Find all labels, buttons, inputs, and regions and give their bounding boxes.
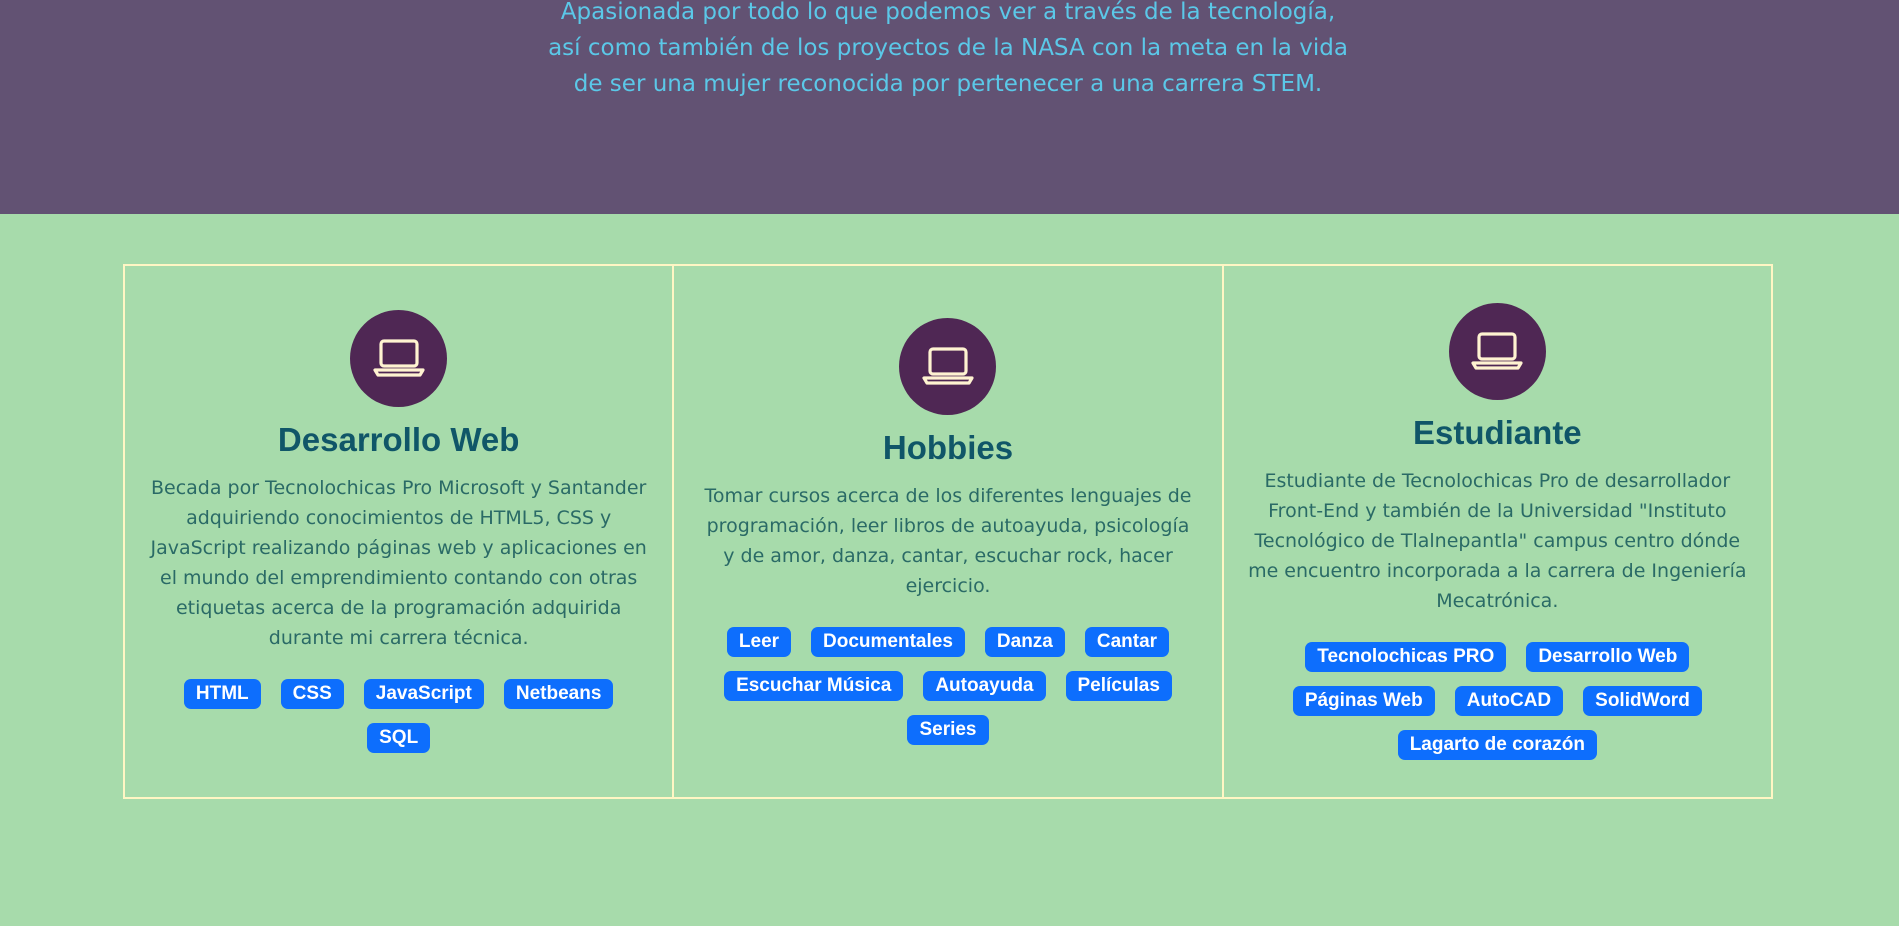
card-estudiante: Estudiante Estudiante de Tecnolochicas P… [1221,264,1773,799]
laptop-icon [899,318,997,415]
badge-leer: Leer [726,627,792,657]
hero-section: Apasionada por todo lo que podemos ver a… [0,0,1899,214]
badge-cantar: Cantar [1084,627,1170,657]
badge-list: Tecnolochicas PRO Desarrollo Web Páginas… [1262,642,1732,760]
skills-section: Desarrollo Web Becada por Tecnolochicas … [0,214,1899,926]
badge-solidword: SolidWord [1583,686,1702,716]
card-title: Hobbies [882,429,1014,466]
badge-netbeans: Netbeans [503,679,614,709]
badge-escuchar-musica: Escuchar Música [724,671,904,701]
badge-javascript: JavaScript [363,679,484,709]
badge-paginas-web: Páginas Web [1292,686,1435,716]
card-title: Desarrollo Web [277,421,520,458]
badge-series: Series [907,715,989,745]
badge-css: CSS [280,679,344,709]
badge-sql: SQL [367,723,431,753]
laptop-icon [350,310,448,407]
card-hobbies: Hobbies Tomar cursos acerca de los difer… [672,264,1224,799]
badge-autoayuda: Autoayuda [923,671,1046,701]
badge-documentales: Documentales [811,627,965,657]
card-title: Estudiante [1412,414,1582,451]
badge-html: HTML [183,679,261,709]
card-desarrollo-web: Desarrollo Web Becada por Tecnolochicas … [123,264,675,799]
badge-peliculas: Películas [1065,671,1172,701]
card-description: Estudiante de Tecnolochicas Pro de desar… [1248,470,1747,612]
laptop-icon [1448,303,1546,400]
card-description: Becada por Tecnolochicas Pro Microsoft y… [150,477,647,649]
card-description: Tomar cursos acerca de los diferentes le… [704,485,1192,597]
badge-list: Leer Documentales Danza Cantar Escuchar … [713,627,1183,745]
badge-list: HTML CSS JavaScript Netbeans SQL [164,679,634,753]
cards-row: Desarrollo Web Becada por Tecnolochicas … [123,264,1773,799]
hero-text: Apasionada por todo lo que podemos ver a… [548,0,1348,97]
badge-autocad: AutoCAD [1454,686,1564,716]
badge-danza: Danza [984,627,1065,657]
badge-lagarto-de-corazon: Lagarto de corazón [1397,730,1597,760]
badge-tecnolochicas-pro: Tecnolochicas PRO [1305,642,1507,672]
badge-desarrollo-web: Desarrollo Web [1526,642,1690,672]
